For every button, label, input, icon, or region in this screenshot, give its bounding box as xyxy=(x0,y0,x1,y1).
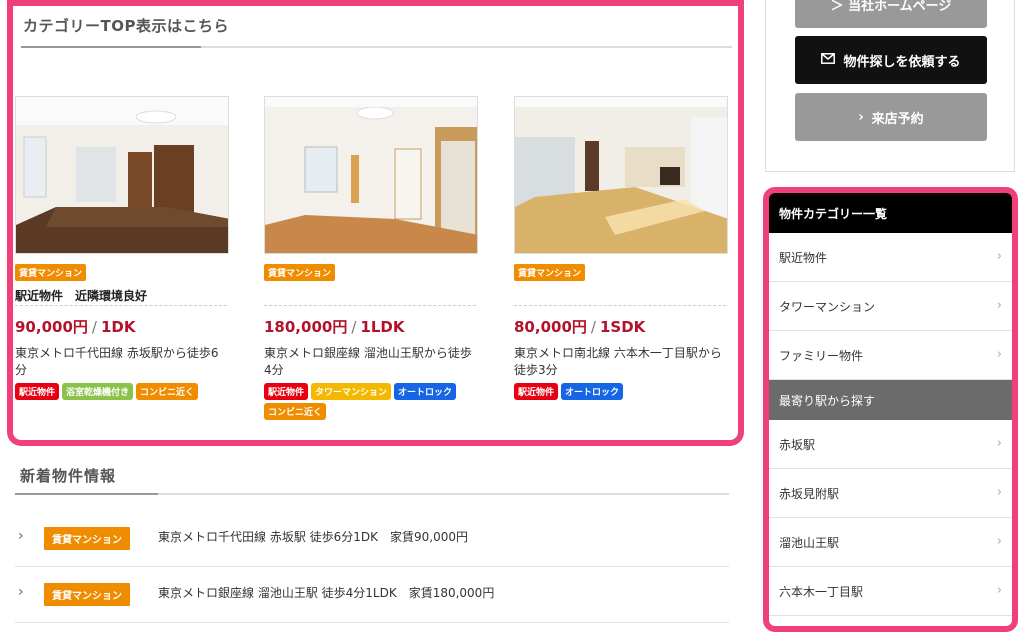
category-header: 物件カテゴリー一覧 xyxy=(769,193,1012,233)
section-title: カテゴリーTOP表示はこちら xyxy=(23,17,229,35)
sidebar-item-label: タワーマンション xyxy=(779,299,876,314)
chevron-right-icon: › xyxy=(996,436,1002,451)
tag[interactable]: 駅近物件 xyxy=(264,383,309,400)
station-header: 最寄り駅から探す xyxy=(769,380,1012,420)
property-card[interactable]: 賃貸マンション 80,000円/1SDK 東京メトロ南北線 六本木一丁目駅から徒… xyxy=(514,96,728,400)
property-card[interactable]: 賃貸マンション 駅近物件 近隣環境良好 90,000円/1DK 東京メトロ千代田… xyxy=(15,96,229,400)
price: 180,000円 xyxy=(264,318,348,336)
sidebar-item-tameike-sanno[interactable]: 溜池山王駅 › xyxy=(769,518,1012,567)
chevron-right-icon: › xyxy=(858,109,864,125)
sidebar-item-label: 赤坂見附駅 xyxy=(779,486,840,501)
price-line: 180,000円/1LDK xyxy=(264,318,405,336)
access-info: 東京メトロ千代田線 赤坂駅から徒歩6分 xyxy=(15,346,219,377)
floor-plan: 1DK xyxy=(100,318,136,336)
sidebar-item-label: 赤坂駅 xyxy=(779,437,816,452)
category-sidebar: 物件カテゴリー一覧 駅近物件 › タワーマンション › ファミリー物件 › 最寄… xyxy=(763,187,1018,632)
tag[interactable]: タワーマンション xyxy=(311,383,392,400)
news-row[interactable]: › 賃貸マンション 東京メトロ千代田線 赤坂駅 徒歩6分1DK 家賃90,000… xyxy=(15,511,729,567)
tag[interactable]: コンビニ近く xyxy=(264,403,327,420)
news-title: 新着物件情報 xyxy=(20,467,117,485)
sidebar-item-station-near[interactable]: 駅近物件 › xyxy=(769,233,1012,282)
category-top-panel: カテゴリーTOP表示はこちら 賃貸マンション 駅近物件 近隣環境良好 90,00… xyxy=(7,0,744,446)
tag[interactable]: 駅近物件 xyxy=(514,383,559,400)
news-text[interactable]: 東京メトロ千代田線 赤坂駅 徒歩6分1DK 家賃90,000円 xyxy=(158,528,468,545)
news-row[interactable]: › 賃貸マンション 東京メトロ銀座線 溜池山王駅 徒歩4分1LDK 家賃180,… xyxy=(15,567,729,623)
tag[interactable]: コンビニ近く xyxy=(136,383,199,400)
price: 80,000円 xyxy=(514,318,587,336)
sidebar-item-akasaka[interactable]: 赤坂駅 › xyxy=(769,420,1012,469)
chevron-right-icon: › xyxy=(996,485,1002,500)
news-divider xyxy=(15,493,729,495)
sidebar-item-tower[interactable]: タワーマンション › xyxy=(769,282,1012,331)
card-title[interactable] xyxy=(514,287,728,303)
visit-reservation-button[interactable]: › 来店予約 xyxy=(795,93,987,141)
contact-buttons: ＞ 当社ホームページ 物件探しを依頼する › 来店予約 xyxy=(765,0,1015,172)
chevron-right-icon: › xyxy=(996,583,1002,598)
sidebar-item-label: 六本木一丁目駅 xyxy=(779,584,864,599)
sidebar-item-family[interactable]: ファミリー物件 › xyxy=(769,331,1012,380)
chevron-right-icon: › xyxy=(996,249,1002,264)
chevron-right-icon: › xyxy=(18,584,24,600)
chevron-right-icon: › xyxy=(996,298,1002,313)
sidebar-item-roppongi-itchome[interactable]: 六本木一丁目駅 › xyxy=(769,567,1012,616)
sidebar-item-label: 溜池山王駅 xyxy=(779,535,840,550)
price-line: 80,000円/1SDK xyxy=(514,318,646,336)
category-badge: 賃貸マンション xyxy=(44,527,130,550)
property-photo[interactable] xyxy=(15,96,229,254)
homepage-button[interactable]: ＞ 当社ホームページ xyxy=(795,0,987,28)
sidebar-item-akasaka-mitsuke[interactable]: 赤坂見附駅 › xyxy=(769,469,1012,518)
section-divider xyxy=(21,46,732,48)
sidebar-item-label: ファミリー物件 xyxy=(779,348,864,363)
category-badge: 賃貸マンション xyxy=(15,264,87,281)
access-info: 東京メトロ銀座線 溜池山王駅から徒歩4分 xyxy=(264,346,472,377)
chevron-right-icon: › xyxy=(18,528,24,544)
category-badge: 賃貸マンション xyxy=(44,583,130,606)
tag-list: 駅近物件 浴室乾燥機付き コンビニ近く xyxy=(15,383,227,400)
category-badge: 賃貸マンション xyxy=(514,264,586,281)
envelope-icon xyxy=(821,52,836,68)
category-badge: 賃貸マンション xyxy=(264,264,336,281)
floor-plan: 1SDK xyxy=(599,318,646,336)
card-title[interactable] xyxy=(264,287,478,303)
card-title[interactable]: 駅近物件 近隣環境良好 xyxy=(15,287,229,303)
chevron-right-icon: › xyxy=(996,347,1002,362)
sidebar-item-label: 駅近物件 xyxy=(779,250,828,265)
property-photo[interactable] xyxy=(264,96,478,254)
visit-reservation-label: 来店予約 xyxy=(871,111,924,127)
tag[interactable]: 浴室乾燥機付き xyxy=(62,383,134,400)
tag-list: 駅近物件 オートロック xyxy=(514,383,726,400)
access-info: 東京メトロ南北線 六本木一丁目駅から徒歩3分 xyxy=(514,346,722,377)
floor-plan: 1LDK xyxy=(360,318,405,336)
price: 90,000円 xyxy=(15,318,88,336)
tag[interactable]: 駅近物件 xyxy=(15,383,60,400)
request-search-button[interactable]: 物件探しを依頼する xyxy=(795,36,987,84)
property-card[interactable]: 賃貸マンション 180,000円/1LDK 東京メトロ銀座線 溜池山王駅から徒歩… xyxy=(264,96,478,420)
tag-list: 駅近物件 タワーマンション オートロック コンビニ近く xyxy=(264,383,476,420)
news-text[interactable]: 東京メトロ銀座線 溜池山王駅 徒歩4分1LDK 家賃180,000円 xyxy=(158,584,494,601)
price-line: 90,000円/1DK xyxy=(15,318,136,336)
request-search-label: 物件探しを依頼する xyxy=(843,54,961,70)
chevron-right-icon: › xyxy=(996,534,1002,549)
tag[interactable]: オートロック xyxy=(394,383,457,400)
property-photo[interactable] xyxy=(514,96,728,254)
tag[interactable]: オートロック xyxy=(561,383,624,400)
homepage-label: ＞ 当社ホームページ xyxy=(830,0,952,14)
